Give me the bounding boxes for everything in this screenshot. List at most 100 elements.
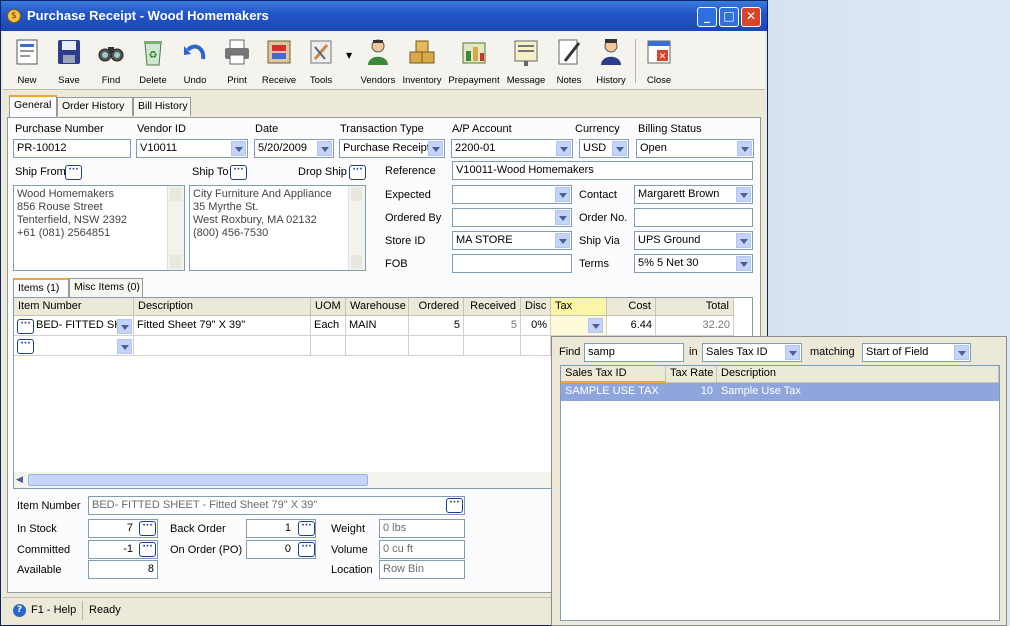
store-id-select[interactable]: MA STORE [452,231,572,250]
close-button[interactable]: ✕ Close [638,35,680,87]
chevron-down-icon[interactable] [231,141,246,156]
chevron-down-icon[interactable] [736,233,751,248]
minimize-button[interactable]: _ [697,7,717,27]
chevron-down-icon[interactable] [954,345,969,360]
tools-button[interactable]: Tools [300,35,342,87]
ship-from-lookup-button[interactable]: ··· [65,165,82,180]
drop-ship-lookup-button[interactable]: ··· [349,165,366,180]
cell-disc[interactable]: 0% [521,316,551,336]
ap-account-select[interactable]: 2200-01 [451,139,573,158]
column-header-sales-tax-id[interactable]: Sales Tax ID [561,366,666,383]
billing-status-select[interactable]: Open [636,139,754,158]
chevron-down-icon[interactable] [555,187,570,202]
tab-misc-items[interactable]: Misc Items (0) [69,278,143,297]
expected-date-select[interactable] [452,185,572,204]
cell-ordered[interactable]: 5 [409,316,464,336]
search-field-select[interactable]: Sales Tax ID [702,343,802,362]
column-header-tax[interactable]: Tax [551,298,607,316]
transaction-type-select[interactable]: Purchase Receipt [339,139,445,158]
reference-field[interactable]: V10011-Wood Homemakers [452,161,753,180]
tab-general[interactable]: General [9,95,57,117]
chevron-down-icon[interactable] [555,233,570,248]
tab-items[interactable]: Items (1) [13,278,69,297]
column-header-received[interactable]: Received [464,298,521,316]
on-order-lookup-button[interactable]: ··· [298,542,315,557]
chevron-down-icon[interactable] [736,256,751,271]
chevron-down-icon[interactable] [736,187,751,202]
help-hint[interactable]: F1 - Help [31,604,76,616]
cell-cost[interactable]: 6.44 [607,316,656,336]
new-row-cell[interactable] [521,336,551,356]
cell-warehouse[interactable]: MAIN [346,316,409,336]
cell-received[interactable]: 5 [464,316,521,336]
item-lookup-button[interactable]: ··· [17,319,34,334]
maximize-button[interactable]: □ [719,7,739,27]
chevron-down-icon[interactable] [117,319,132,334]
cell-tax[interactable] [551,316,607,336]
tab-bill-history[interactable]: Bill History [133,97,191,116]
chevron-down-icon[interactable] [556,141,571,156]
column-header-description[interactable]: Description [134,298,311,316]
scroll-left-icon[interactable]: ◀ [16,475,23,485]
chevron-down-icon[interactable] [785,345,800,360]
new-row-lookup-button[interactable]: ··· [17,339,34,354]
ship-to-scrollbar[interactable] [348,186,365,270]
cell-description[interactable]: Fitted Sheet 79" X 39" [134,316,311,336]
purchase-number-field[interactable]: PR-10012 [13,139,131,158]
list-item[interactable]: SAMPLE USE TAX 10 Sample Use Tax [561,383,999,401]
close-window-button[interactable]: ✕ [741,7,761,27]
new-row-cell[interactable] [134,336,311,356]
history-button[interactable]: History [590,35,632,87]
column-header-tax-rate[interactable]: Tax Rate [666,366,717,383]
scrollbar-thumb[interactable] [28,474,368,486]
terms-select[interactable]: 5% 5 Net 30 [634,254,753,273]
title-bar[interactable]: $ Purchase Receipt - Wood Homemakers _ □… [1,1,767,31]
column-header-description[interactable]: Description [717,366,999,383]
tab-order-history[interactable]: Order History [57,97,133,116]
new-row-cell[interactable] [346,336,409,356]
ship-via-select[interactable]: UPS Ground [634,231,753,250]
item-info-lookup-button[interactable]: ··· [446,498,463,513]
prepayment-button[interactable]: Prepayment [448,35,500,87]
column-header-ordered[interactable]: Ordered [409,298,464,316]
ship-from-address[interactable]: Wood Homemakers 856 Rouse Street Tenterf… [13,185,185,271]
new-row-cell[interactable] [409,336,464,356]
chevron-down-icon[interactable] [737,141,752,156]
ship-from-scrollbar[interactable] [167,186,184,270]
chevron-down-icon[interactable] [317,141,332,156]
order-no-field[interactable] [634,208,753,227]
fob-field[interactable] [452,254,572,273]
chevron-down-icon[interactable] [428,141,443,156]
ship-to-address[interactable]: City Furniture And Appliance 35 Myrthe S… [189,185,366,271]
new-row-cell[interactable] [464,336,521,356]
cell-total[interactable]: 32.20 [656,316,734,336]
chevron-down-icon[interactable] [588,318,603,333]
back-order-lookup-button[interactable]: ··· [298,521,315,536]
chevron-down-icon[interactable] [612,141,627,156]
column-header-warehouse[interactable]: Warehouse [346,298,409,316]
tools-dropdown-arrow-icon[interactable]: ▼ [346,51,352,60]
column-header-cost[interactable]: Cost [607,298,656,316]
chevron-down-icon[interactable] [117,339,132,354]
new-row-cell[interactable] [311,336,346,356]
help-icon[interactable]: ? [13,604,26,617]
currency-select[interactable]: USD [579,139,629,158]
column-header-uom[interactable]: UOM [311,298,346,316]
column-header-item-number[interactable]: Item Number [14,298,134,316]
column-header-total[interactable]: Total [656,298,734,316]
find-input[interactable]: samp [584,343,684,362]
inventory-button[interactable]: Inventory [401,35,443,87]
vendor-id-select[interactable]: V10011 [136,139,248,158]
vendors-button[interactable]: Vendors [357,35,399,87]
ship-to-lookup-button[interactable]: ··· [230,165,247,180]
contact-select[interactable]: Margarett Brown [634,185,753,204]
chevron-down-icon[interactable] [555,210,570,225]
committed-lookup-button[interactable]: ··· [139,542,156,557]
in-stock-lookup-button[interactable]: ··· [139,521,156,536]
column-header-disc[interactable]: Disc [521,298,551,316]
cell-uom[interactable]: Each [311,316,346,336]
matching-select[interactable]: Start of Field [862,343,971,362]
ordered-by-select[interactable] [452,208,572,227]
item-number-info-field[interactable]: BED- FITTED SHEET - Fitted Sheet 79" X 3… [88,496,465,515]
message-button[interactable]: Message [505,35,547,87]
